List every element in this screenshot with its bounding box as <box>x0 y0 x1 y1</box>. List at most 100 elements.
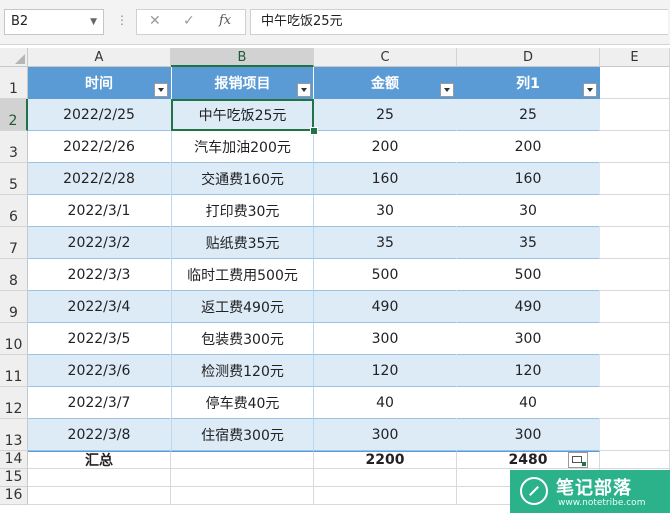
table-cell[interactable]: 2022/3/4 <box>28 291 171 323</box>
empty-cell[interactable] <box>314 469 457 487</box>
table-cell[interactable]: 160 <box>314 163 457 195</box>
chevron-down-icon[interactable]: ▼ <box>90 10 97 34</box>
total-cell[interactable] <box>171 451 314 469</box>
select-all-corner[interactable] <box>0 48 28 67</box>
table-header-cell[interactable]: 金额 <box>314 67 457 99</box>
row-header[interactable]: 15 <box>0 469 28 487</box>
table-cell[interactable]: 35 <box>457 227 600 259</box>
drag-handle-icon[interactable]: ⋮ <box>116 13 128 27</box>
table-cell[interactable]: 2022/3/1 <box>28 195 171 227</box>
filter-dropdown-icon[interactable] <box>440 83 454 97</box>
column-header-b[interactable]: B <box>171 48 314 67</box>
column-header-e[interactable]: E <box>600 48 670 67</box>
spreadsheet-grid[interactable]: A B C D E 1 时间 报销项目 金额 列1 2 2022/2/25 中午吃饭25元 25 25 3 20… <box>0 48 670 513</box>
row-header[interactable]: 3 <box>0 131 28 163</box>
table-cell[interactable]: 35 <box>314 227 457 259</box>
empty-cell[interactable] <box>314 487 457 505</box>
table-cell[interactable]: 30 <box>314 195 457 227</box>
table-header-cell[interactable]: 报销项目 <box>171 67 314 99</box>
quick-analysis-icon[interactable] <box>568 452 588 468</box>
table-cell[interactable]: 200 <box>314 131 457 163</box>
empty-cell[interactable] <box>600 291 670 323</box>
table-cell[interactable]: 500 <box>314 259 457 291</box>
table-cell[interactable]: 2022/3/8 <box>28 419 171 451</box>
table-cell[interactable]: 120 <box>457 355 600 387</box>
table-cell[interactable]: 120 <box>314 355 457 387</box>
empty-cell[interactable] <box>600 387 670 419</box>
table-cell[interactable]: 300 <box>314 419 457 451</box>
table-cell[interactable]: 2022/3/2 <box>28 227 171 259</box>
row-header[interactable]: 2 <box>0 99 28 131</box>
table-cell[interactable]: 汽车加油200元 <box>171 131 314 163</box>
table-cell[interactable]: 2022/3/6 <box>28 355 171 387</box>
table-cell[interactable]: 临时工费用500元 <box>171 259 314 291</box>
table-cell[interactable]: 30 <box>457 195 600 227</box>
row-header[interactable]: 10 <box>0 323 28 355</box>
table-cell[interactable]: 住宿费300元 <box>171 419 314 451</box>
column-header-d[interactable]: D <box>457 48 600 67</box>
table-cell[interactable]: 25 <box>314 99 457 131</box>
row-header[interactable]: 1 <box>0 67 28 99</box>
table-cell[interactable]: 2022/3/3 <box>28 259 171 291</box>
empty-cell[interactable] <box>600 259 670 291</box>
filter-dropdown-icon[interactable] <box>583 83 597 97</box>
empty-cell[interactable] <box>600 99 670 131</box>
table-cell[interactable]: 490 <box>314 291 457 323</box>
table-cell[interactable]: 500 <box>457 259 600 291</box>
row-header[interactable]: 14 <box>0 451 28 469</box>
row-header[interactable]: 9 <box>0 291 28 323</box>
empty-cell[interactable] <box>600 227 670 259</box>
name-box[interactable]: B2 ▼ <box>4 9 104 35</box>
empty-cell[interactable] <box>600 67 670 99</box>
row-header[interactable]: 8 <box>0 259 28 291</box>
table-cell[interactable]: 2022/2/25 <box>28 99 171 131</box>
row-header[interactable]: 6 <box>0 195 28 227</box>
table-cell[interactable]: 40 <box>314 387 457 419</box>
row-header[interactable]: 13 <box>0 419 28 451</box>
table-cell[interactable]: 2022/2/26 <box>28 131 171 163</box>
table-cell[interactable]: 返工费490元 <box>171 291 314 323</box>
table-cell[interactable]: 25 <box>457 99 600 131</box>
row-header[interactable]: 11 <box>0 355 28 387</box>
empty-cell[interactable] <box>28 469 171 487</box>
table-cell[interactable]: 包装费300元 <box>171 323 314 355</box>
table-cell[interactable]: 2022/3/7 <box>28 387 171 419</box>
empty-cell[interactable] <box>600 195 670 227</box>
table-cell[interactable]: 40 <box>457 387 600 419</box>
table-cell[interactable]: 300 <box>457 323 600 355</box>
table-cell[interactable]: 490 <box>457 291 600 323</box>
empty-cell[interactable] <box>600 419 670 451</box>
row-header[interactable]: 12 <box>0 387 28 419</box>
table-cell[interactable]: 贴纸费35元 <box>171 227 314 259</box>
filter-dropdown-icon[interactable] <box>154 83 168 97</box>
empty-cell[interactable] <box>171 487 314 505</box>
table-cell[interactable]: 打印费30元 <box>171 195 314 227</box>
empty-cell[interactable] <box>600 355 670 387</box>
filter-dropdown-icon[interactable] <box>297 83 311 97</box>
table-cell[interactable]: 停车费40元 <box>171 387 314 419</box>
table-cell[interactable]: 300 <box>314 323 457 355</box>
table-header-cell[interactable]: 列1 <box>457 67 600 99</box>
table-cell[interactable]: 300 <box>457 419 600 451</box>
empty-cell[interactable] <box>600 163 670 195</box>
table-cell[interactable]: 200 <box>457 131 600 163</box>
active-cell[interactable]: 中午吃饭25元 <box>171 99 314 131</box>
cancel-icon[interactable]: ✕ <box>149 13 161 29</box>
table-header-cell[interactable]: 时间 <box>28 67 171 99</box>
column-header-c[interactable]: C <box>314 48 457 67</box>
fill-handle[interactable] <box>310 127 318 135</box>
table-cell[interactable]: 交通费160元 <box>171 163 314 195</box>
insert-function-icon[interactable]: fx <box>219 13 231 28</box>
table-cell[interactable]: 2022/2/28 <box>28 163 171 195</box>
enter-icon[interactable]: ✓ <box>183 13 195 29</box>
empty-cell[interactable] <box>28 487 171 505</box>
table-cell[interactable]: 2022/3/5 <box>28 323 171 355</box>
total-cell[interactable]: 2200 <box>314 451 457 469</box>
table-cell[interactable]: 检测费120元 <box>171 355 314 387</box>
row-header[interactable]: 5 <box>0 163 28 195</box>
row-header[interactable]: 7 <box>0 227 28 259</box>
total-cell[interactable]: 汇总 <box>28 451 171 469</box>
table-cell[interactable]: 160 <box>457 163 600 195</box>
empty-cell[interactable] <box>600 451 670 469</box>
column-header-a[interactable]: A <box>28 48 171 67</box>
